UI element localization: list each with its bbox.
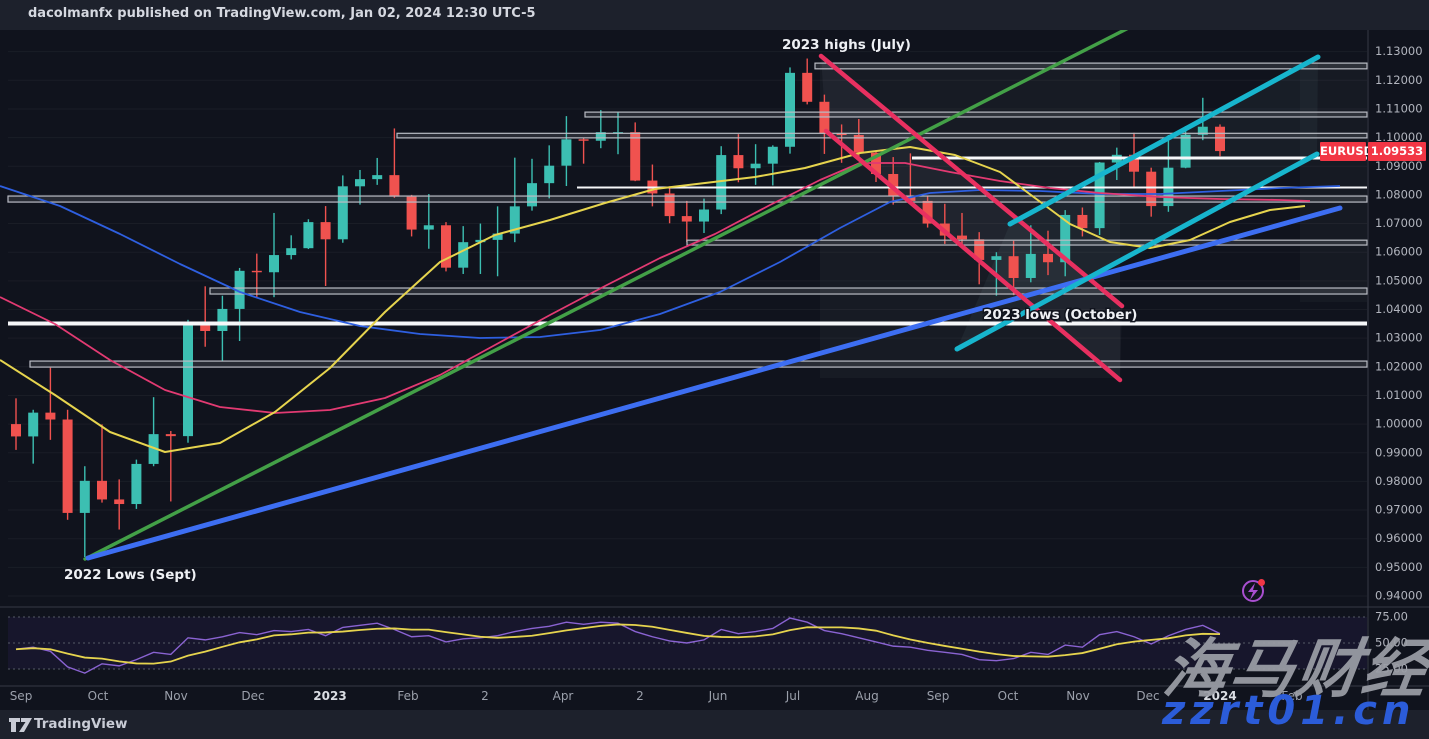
- price-tick: 1.08000: [1375, 187, 1423, 201]
- candle: [28, 413, 38, 437]
- candle: [768, 147, 778, 164]
- watermark-url: zzrt01.cn: [1162, 688, 1415, 734]
- tradingview-brand[interactable]: TradingView: [34, 716, 128, 732]
- annotation-label: 2023 lows (October): [983, 307, 1137, 323]
- ideas-stream-icon[interactable]: [1243, 579, 1265, 601]
- candle: [97, 481, 107, 500]
- time-tick: Nov: [164, 689, 187, 703]
- price-tick: 0.96000: [1375, 531, 1423, 545]
- candle: [682, 216, 692, 221]
- candle: [561, 139, 571, 165]
- candle: [1215, 127, 1225, 151]
- annotation-label: 2023 highs (July): [782, 37, 911, 53]
- candle: [1043, 254, 1053, 262]
- price-tick: 1.04000: [1375, 302, 1423, 316]
- time-tick: Feb: [397, 689, 418, 703]
- candle: [424, 225, 434, 229]
- candle: [1077, 215, 1087, 228]
- candle: [45, 413, 55, 420]
- price-tick: 1.03000: [1375, 331, 1423, 345]
- candle: [802, 73, 812, 102]
- tradingview-logo-icon[interactable]: [8, 716, 34, 734]
- candle: [114, 499, 124, 504]
- publish-line: dacolmanfx published on TradingView.com,…: [28, 6, 536, 21]
- time-tick: Aug: [855, 689, 878, 703]
- price-tick: 1.12000: [1375, 73, 1423, 87]
- price-tick: 1.05000: [1375, 273, 1423, 287]
- candle: [286, 248, 296, 255]
- candle: [579, 139, 589, 140]
- candle: [321, 222, 331, 239]
- price-tick: 0.94000: [1375, 589, 1423, 603]
- time-tick: 2: [636, 689, 644, 703]
- candle: [269, 255, 279, 272]
- time-tick: Dec: [241, 689, 264, 703]
- price-tick: 0.97000: [1375, 503, 1423, 517]
- price-grid: [8, 23, 1367, 596]
- candle: [630, 132, 640, 180]
- candle: [751, 164, 761, 169]
- time-tick: 2023: [313, 689, 346, 703]
- candle: [1026, 254, 1036, 278]
- time-axis: Sep Oct Nov Dec 2023 Feb 2 Apr 2 Jun Jul Aug Sep Oct N…: [10, 689, 1303, 703]
- candle: [733, 155, 743, 168]
- candle: [1009, 256, 1019, 278]
- candle: [217, 309, 227, 331]
- price-tick: 1.06000: [1375, 245, 1423, 259]
- price-tick: 1.07000: [1375, 216, 1423, 230]
- time-tick: 2: [481, 689, 489, 703]
- candle: [338, 186, 348, 239]
- time-tick: Apr: [553, 689, 574, 703]
- symbol-badge[interactable]: EURUSD: [1320, 142, 1366, 161]
- price-tick: 1.11000: [1375, 101, 1423, 115]
- time-tick: Oct: [88, 689, 109, 703]
- candle: [699, 210, 709, 222]
- candle: [372, 175, 382, 179]
- time-tick: Jun: [708, 689, 728, 703]
- candle: [355, 179, 365, 186]
- price-tick: 1.01000: [1375, 388, 1423, 402]
- candle: [80, 481, 90, 513]
- time-tick: Nov: [1066, 689, 1089, 703]
- candle: [544, 166, 554, 183]
- candle: [303, 222, 313, 248]
- price-tick: 0.95000: [1375, 560, 1423, 574]
- candle: [11, 424, 21, 436]
- publish-bar: dacolmanfx published on TradingView.com,…: [0, 0, 1429, 30]
- time-tick: Jul: [785, 689, 800, 703]
- candle: [957, 236, 967, 240]
- price-tick: 0.98000: [1375, 474, 1423, 488]
- tradingview-chart-page: dacolmanfx published on TradingView.com,…: [0, 0, 1429, 739]
- price-tick: 0.99000: [1375, 445, 1423, 459]
- price-tick: 1.00000: [1375, 417, 1423, 431]
- price-tick: 1.13000: [1375, 44, 1423, 58]
- price-tick: 1.02000: [1375, 359, 1423, 373]
- candle: [166, 434, 176, 436]
- price-axis: 1.140001.130001.120001.110001.100001.090…: [1368, 16, 1423, 711]
- candle: [458, 242, 468, 267]
- time-tick: Oct: [998, 689, 1019, 703]
- time-tick: Sep: [927, 689, 950, 703]
- candle: [991, 256, 1001, 260]
- annotation-label: 2022 Lows (Sept): [64, 567, 197, 583]
- candle: [252, 271, 262, 272]
- candle: [183, 323, 193, 436]
- candle: [131, 464, 141, 504]
- candle: [1181, 135, 1191, 168]
- candle: [389, 175, 399, 196]
- last-price-badge[interactable]: 1.09533: [1368, 142, 1426, 161]
- candle: [63, 420, 73, 513]
- candle: [527, 183, 537, 206]
- time-tick: Sep: [10, 689, 33, 703]
